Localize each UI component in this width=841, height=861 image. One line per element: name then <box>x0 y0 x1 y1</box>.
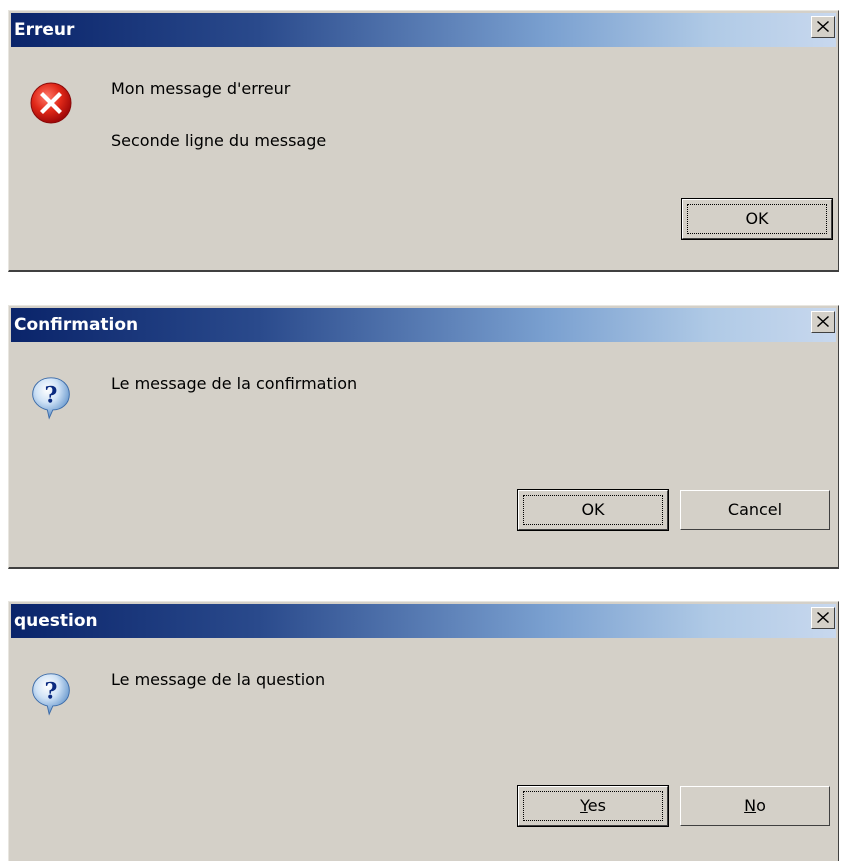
ok-button[interactable]: OK <box>681 198 833 240</box>
close-icon <box>817 612 829 623</box>
title-bar[interactable]: Confirmation <box>11 308 836 342</box>
message-line-1: Mon message d'erreur <box>111 79 291 98</box>
ok-button[interactable]: OK <box>517 489 669 531</box>
error-dialog: Erreur Mon message d'erreur Seconde lign… <box>8 10 839 272</box>
svg-text:?: ? <box>45 679 58 705</box>
title-bar[interactable]: question <box>11 604 836 638</box>
yes-button[interactable]: Yes <box>517 785 669 827</box>
dialog-title: question <box>14 611 98 631</box>
yes-button-label: Yes <box>580 796 606 815</box>
error-icon <box>30 82 72 124</box>
title-bar[interactable]: Erreur <box>11 13 836 47</box>
no-mnemonic: N <box>744 796 757 815</box>
question-icon: ? <box>32 377 70 420</box>
close-icon <box>817 316 829 327</box>
no-button-label: No <box>744 796 766 815</box>
message-line-1: Le message de la question <box>111 670 326 689</box>
question-icon: ? <box>32 673 70 716</box>
cancel-button-label: Cancel <box>727 500 783 519</box>
ok-button-label: OK <box>581 500 605 519</box>
close-button[interactable] <box>811 16 835 38</box>
no-label-rest: o <box>756 796 766 815</box>
cancel-button[interactable]: Cancel <box>680 490 830 530</box>
yes-label-rest: es <box>587 796 606 815</box>
confirmation-dialog: Confirmation ? Le message de la confirma… <box>8 305 839 569</box>
yes-mnemonic: Y <box>580 796 588 815</box>
no-button[interactable]: No <box>680 786 830 826</box>
question-dialog: question ? Le message de la question Yes… <box>8 601 839 861</box>
close-icon <box>817 21 829 32</box>
close-button[interactable] <box>811 311 835 333</box>
dialog-title: Confirmation <box>14 315 139 335</box>
message-line-2: Seconde ligne du message <box>111 131 327 150</box>
ok-button-label: OK <box>745 209 769 228</box>
message-line-1: Le message de la confirmation <box>111 374 358 393</box>
close-button[interactable] <box>811 607 835 629</box>
svg-text:?: ? <box>45 383 58 409</box>
dialog-title: Erreur <box>14 20 75 40</box>
